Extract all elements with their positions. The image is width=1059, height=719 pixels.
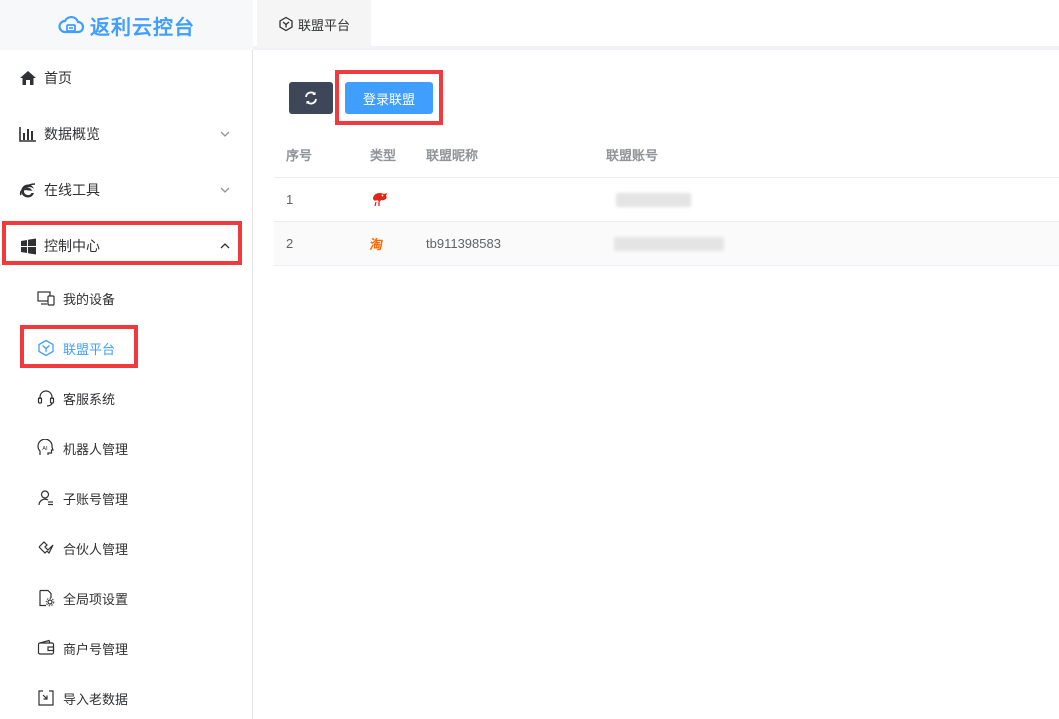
sidebar-item-label: 控制中心 [44, 238, 100, 254]
sidebar-item-label: 商户号管理 [63, 641, 129, 657]
sidebar-item-global-settings[interactable]: 全局项设置 [0, 573, 253, 623]
sidebar-item-label: 首页 [44, 70, 72, 86]
home-icon [18, 68, 38, 88]
sidebar-item-label: 全局项设置 [63, 591, 129, 607]
redacted-account [614, 236, 724, 251]
cell-account [594, 221, 1059, 266]
windows-icon [18, 236, 38, 256]
ie-icon [18, 180, 38, 200]
alliance-table: 序号 类型 联盟昵称 联盟账号 1 2 淘 tb911398583 [274, 133, 1059, 266]
tab-label: 联盟平台 [297, 17, 350, 33]
sidebar-item-data-overview[interactable]: 数据概览 [0, 106, 253, 162]
sidebar-item-label: 机器人管理 [63, 441, 129, 457]
taobao-icon: 淘 [368, 236, 384, 252]
jd-icon [370, 190, 390, 208]
chevron-up-icon [217, 238, 233, 254]
tab-bar: 联盟平台 [253, 0, 1059, 50]
sidebar-item-import-old-data[interactable]: 导入老数据 [0, 673, 253, 719]
headset-icon [36, 388, 56, 408]
user-list-icon [36, 488, 56, 508]
table-header-row: 序号 类型 联盟昵称 联盟账号 [274, 133, 1059, 178]
sidebar-item-partner-management[interactable]: 合伙人管理 [0, 523, 253, 573]
app-title: 返利云控台 [90, 16, 195, 39]
sidebar-item-alliance-platform[interactable]: 联盟平台 [0, 323, 253, 373]
refresh-button[interactable] [289, 82, 333, 114]
cell-index: 1 [274, 177, 358, 222]
chevron-down-icon [217, 182, 233, 198]
cell-nickname: tb911398583 [414, 221, 594, 266]
sidebar-item-sub-account-management[interactable]: 子账号管理 [0, 473, 253, 523]
sidebar-item-label: 子账号管理 [63, 491, 129, 507]
sidebar-item-robot-management[interactable]: AI 机器人管理 [0, 423, 253, 473]
import-icon [36, 688, 56, 708]
table-row[interactable]: 2 淘 tb911398583 [274, 221, 1059, 266]
cube-icon [278, 16, 294, 32]
column-header-index: 序号 [274, 133, 358, 178]
bar-chart-icon [18, 124, 38, 144]
sidebar-item-merchant-management[interactable]: 商户号管理 [0, 623, 253, 673]
sidebar-item-home[interactable]: 首页 [0, 50, 253, 106]
table-row[interactable]: 1 [274, 177, 1059, 222]
sidebar-item-label: 导入老数据 [63, 691, 129, 707]
handshake-icon [36, 538, 56, 558]
cell-account [594, 177, 1059, 222]
sidebar-item-online-tools[interactable]: 在线工具 [0, 162, 253, 218]
cloud-logo-icon [58, 14, 84, 36]
sidebar-item-label: 数据概览 [44, 126, 100, 142]
column-header-type: 类型 [358, 133, 414, 178]
sidebar-item-label: 合伙人管理 [63, 541, 129, 557]
cell-index: 2 [274, 221, 358, 266]
sidebar-item-control-center[interactable]: 控制中心 [0, 218, 253, 274]
devices-icon [36, 288, 56, 308]
redacted-account [616, 192, 691, 207]
file-gear-icon [36, 588, 56, 608]
svg-text:AI: AI [42, 446, 48, 452]
column-header-nickname: 联盟昵称 [414, 133, 594, 178]
tab-alliance-platform[interactable]: 联盟平台 [257, 0, 371, 48]
ai-icon: AI [36, 438, 56, 458]
cube-icon [36, 338, 56, 358]
cell-nickname [414, 177, 594, 222]
refresh-icon [304, 91, 318, 105]
column-header-account: 联盟账号 [594, 133, 1059, 178]
sidebar-item-my-devices[interactable]: 我的设备 [0, 273, 253, 323]
wallet-icon [36, 638, 56, 658]
sidebar-item-label: 在线工具 [44, 182, 100, 198]
chevron-down-icon [217, 126, 233, 142]
app-logo[interactable]: 返利云控台 [0, 0, 253, 50]
login-alliance-button[interactable]: 登录联盟 [345, 82, 433, 114]
sidebar-item-label: 联盟平台 [63, 341, 116, 357]
sidebar-item-label: 客服系统 [63, 391, 116, 407]
sidebar-item-customer-service[interactable]: 客服系统 [0, 373, 253, 423]
sidebar-item-label: 我的设备 [63, 291, 116, 307]
